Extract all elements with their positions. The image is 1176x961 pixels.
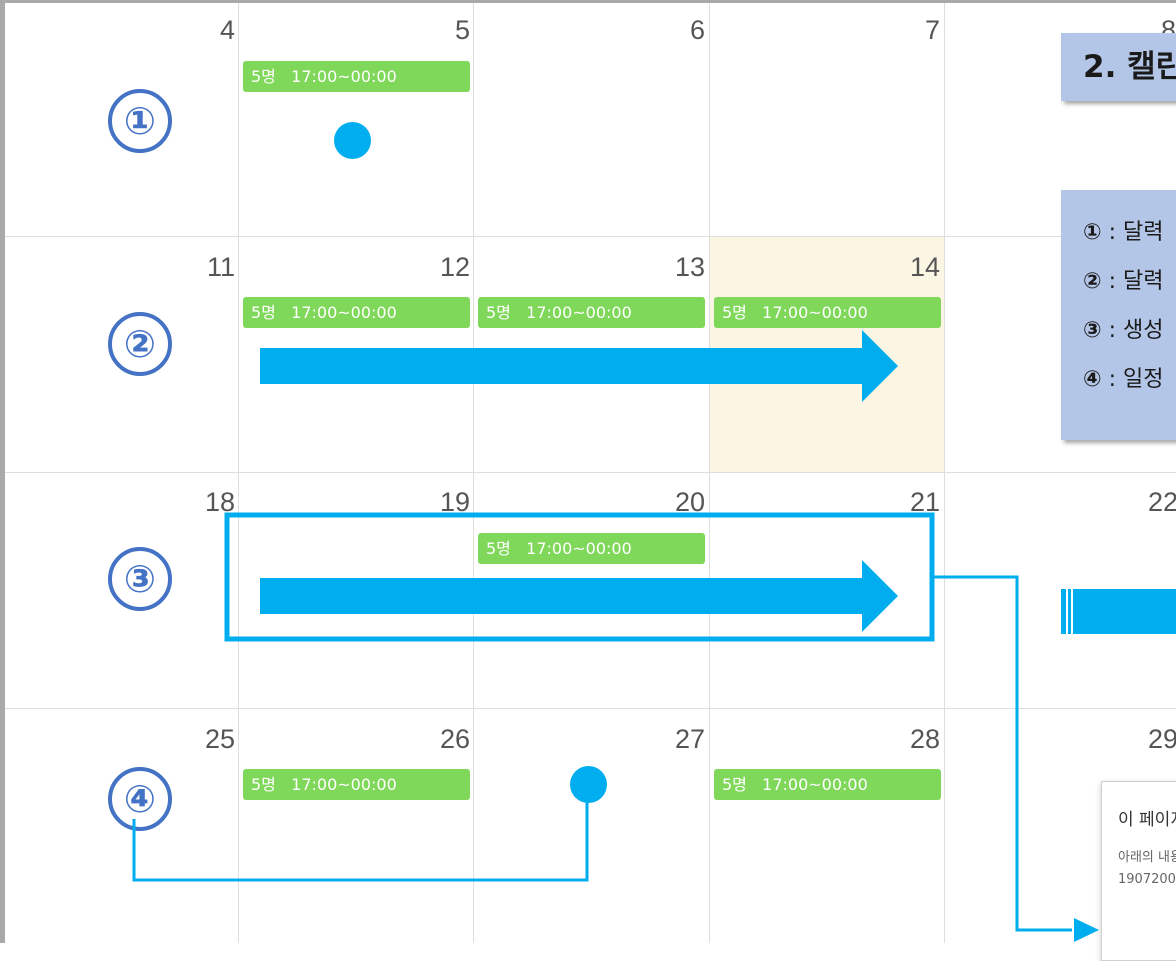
- popup-text: 아래의 내용: [1118, 850, 1176, 865]
- event-popup-dialog[interactable]: 이 페이지 아래의 내용 1907200: [1101, 781, 1176, 961]
- annotation-overlay: [132, 330, 1176, 942]
- popup-text: 1907200: [1118, 872, 1176, 887]
- legend-item-number: ②: [1083, 269, 1102, 294]
- partial-arrow-right-stripe: [1066, 589, 1068, 634]
- partial-arrow-right: [1061, 589, 1176, 634]
- partial-arrow-right-stripe: [1071, 589, 1073, 634]
- legend-item: ② : 달력: [1083, 265, 1176, 314]
- instruction-title-box: 2. 캘린더: [1061, 33, 1176, 101]
- legend-item-number: ③: [1083, 318, 1102, 343]
- legend-item-number: ①: [1083, 220, 1102, 245]
- legend-item-text: : 생성: [1101, 318, 1164, 343]
- legend-item-number: ④: [1083, 367, 1102, 392]
- drag-arrow-row2: [260, 330, 898, 402]
- legend-item: ③ : 생성: [1083, 314, 1176, 363]
- legend-item-text: : 달력: [1101, 269, 1164, 294]
- legend-item: ① : 달력: [1083, 216, 1176, 265]
- legend-item-text: : 달력: [1101, 220, 1164, 245]
- connector-line: [132, 785, 589, 882]
- instruction-legend-box: ① : 달력 ② : 달력 ③ : 생성 ④ : 일정: [1061, 190, 1176, 440]
- popup-title: 이 페이지: [1118, 810, 1176, 830]
- connector-line: [932, 575, 1072, 932]
- drag-arrow-row3: [260, 560, 898, 632]
- selection-highlight-box: [224, 512, 935, 642]
- legend-item: ④ : 일정: [1083, 363, 1176, 412]
- legend-item-text: : 일정: [1101, 367, 1164, 392]
- connector-arrowhead: [1074, 918, 1099, 942]
